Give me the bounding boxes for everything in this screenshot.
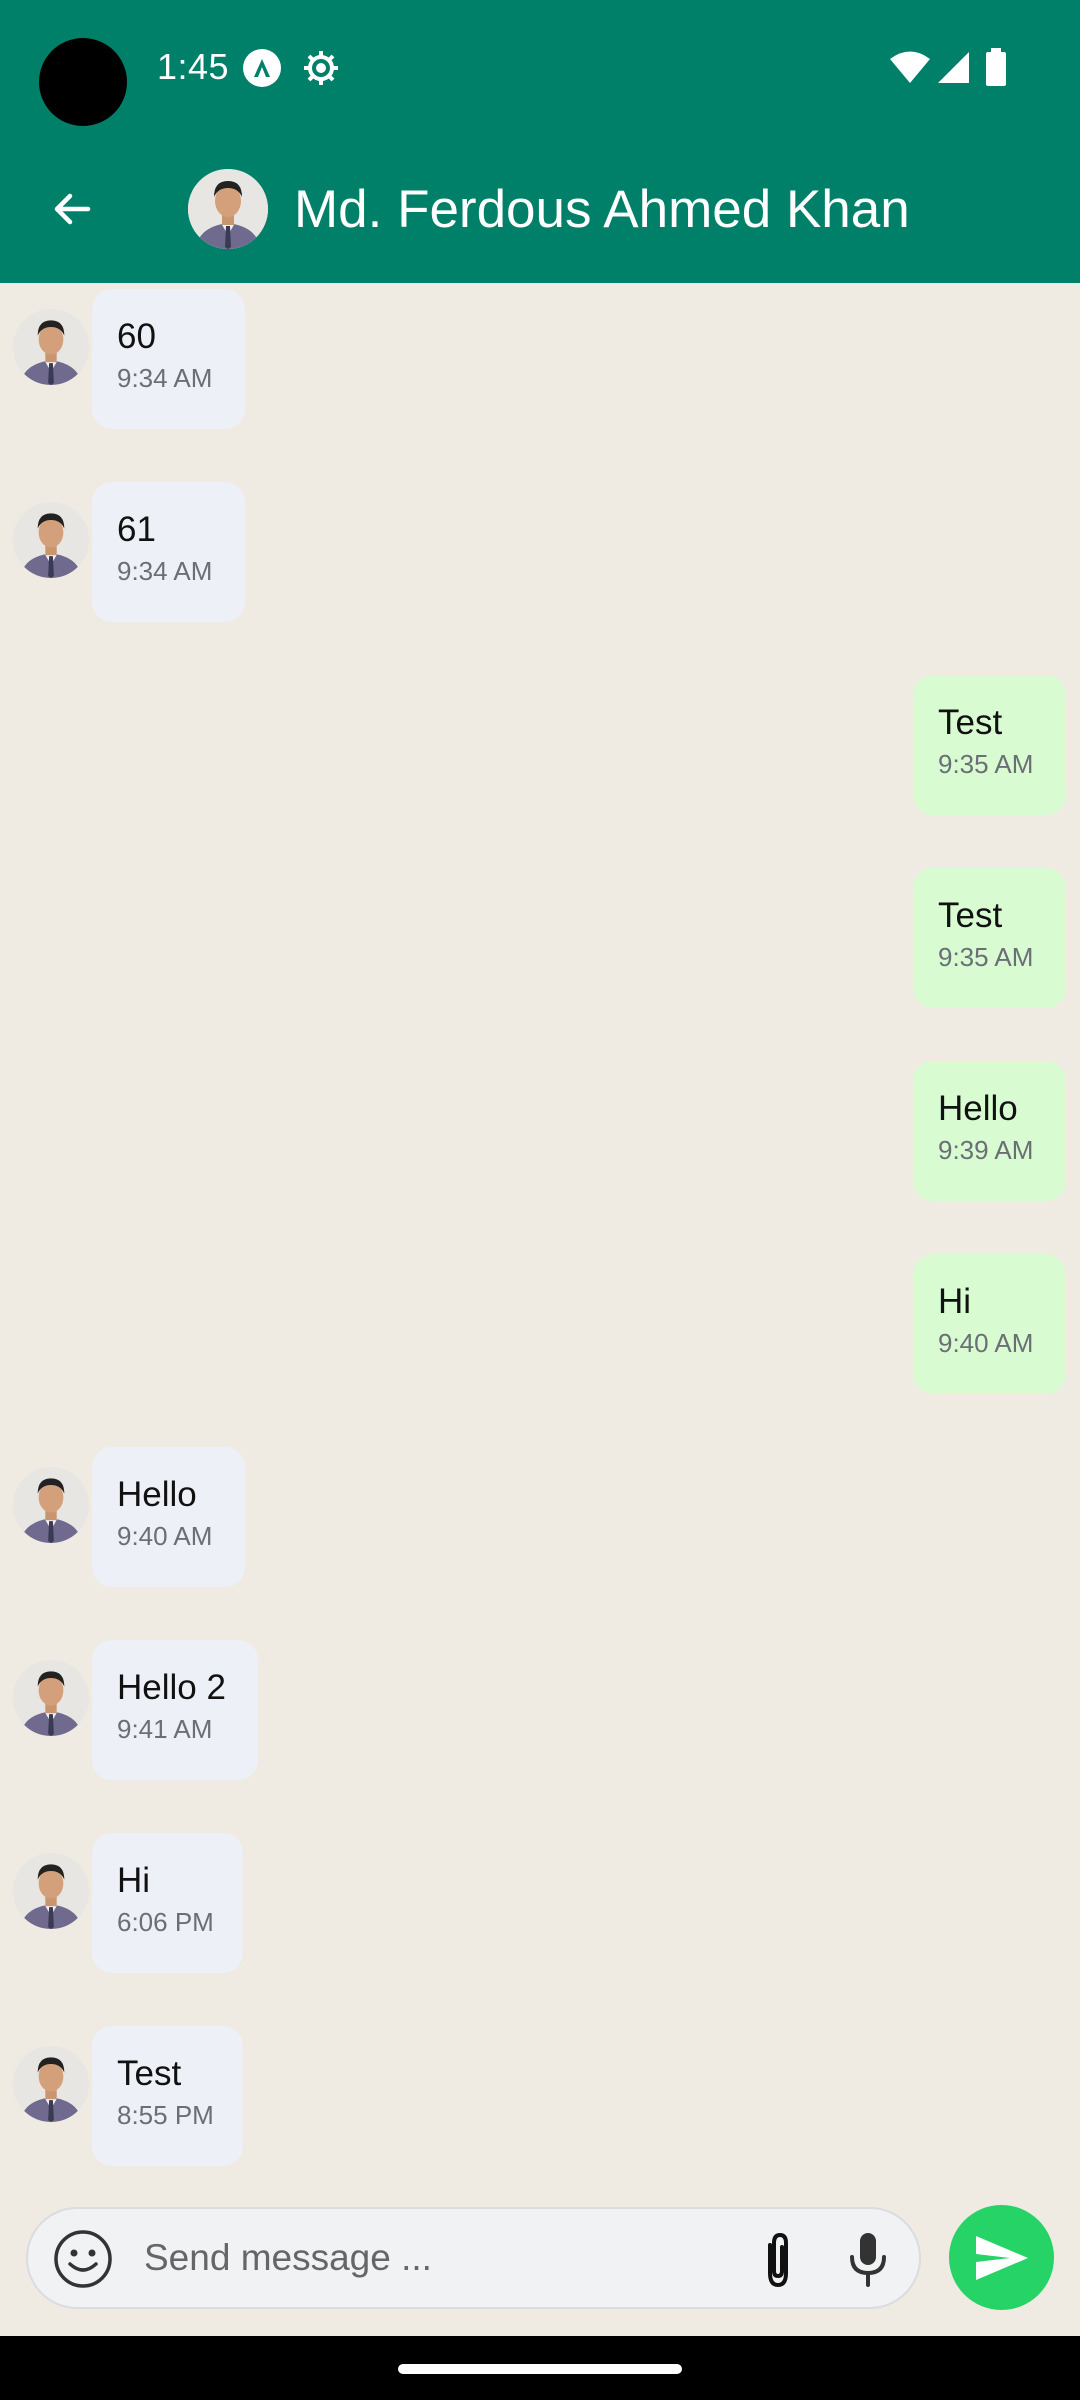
back-arrow-icon	[54, 193, 91, 225]
incoming-message-bubble[interactable]: Hi 6:06 PM	[92, 1833, 243, 1973]
send-button[interactable]	[949, 2205, 1054, 2310]
attach-icon	[768, 2232, 788, 2288]
incoming-message-bubble[interactable]: 61 9:34 AM	[92, 482, 245, 622]
message-text: 60	[117, 317, 156, 356]
chat-header: Md. Ferdous Ahmed Khan	[0, 135, 1080, 283]
message-text: Hi	[117, 1861, 151, 1900]
message-text: Test	[938, 896, 1003, 935]
message-input[interactable]	[144, 2227, 744, 2289]
message-composer	[26, 2207, 921, 2309]
contact-avatar[interactable]	[188, 169, 268, 249]
system-nav-bar	[0, 2336, 1080, 2400]
incoming-message-bubble[interactable]: Test 8:55 PM	[92, 2026, 243, 2166]
signal-icon	[938, 52, 969, 83]
message-time: 9:35 AM	[938, 942, 1034, 972]
outgoing-message-bubble[interactable]: Hello 9:39 AM	[913, 1061, 1066, 1201]
send-icon	[975, 2235, 1028, 2280]
emoji-button[interactable]	[52, 2228, 114, 2290]
message-time: 9:35 AM	[938, 749, 1034, 779]
message-text: Hello	[938, 1089, 1018, 1128]
sender-avatar	[13, 1853, 89, 1929]
home-gesture-handle[interactable]	[398, 2364, 682, 2374]
outgoing-message-bubble[interactable]: Test 9:35 AM	[913, 868, 1066, 1008]
contact-name[interactable]: Md. Ferdous Ahmed Khan	[294, 179, 910, 240]
message-text: Hello	[117, 1475, 197, 1514]
message-time: 9:39 AM	[938, 1135, 1034, 1165]
sender-avatar	[13, 502, 89, 578]
incoming-message-bubble[interactable]: 60 9:34 AM	[92, 289, 245, 429]
message-text: Test	[117, 2054, 182, 2093]
message-time: 9:41 AM	[117, 1714, 213, 1744]
outgoing-message-bubble[interactable]: Test 9:35 AM	[913, 675, 1066, 815]
message-time: 9:34 AM	[117, 363, 213, 393]
sender-avatar	[13, 1467, 89, 1543]
avatar-portrait	[188, 169, 268, 249]
message-time: 9:34 AM	[117, 556, 213, 586]
status-time: 1:45	[157, 46, 230, 87]
back-button[interactable]	[36, 173, 108, 245]
message-list[interactable]: 60 9:34 AM 61 9:34 AM Test 9:35 AM Test …	[0, 283, 1080, 2183]
camera-cutout	[39, 38, 127, 126]
attach-button[interactable]	[750, 2231, 806, 2291]
sender-avatar	[13, 2046, 89, 2122]
message-text: 61	[117, 510, 156, 549]
incoming-message-bubble[interactable]: Hello 9:40 AM	[92, 1447, 245, 1587]
status-bar: 1:45	[0, 0, 1080, 135]
message-time: 9:40 AM	[117, 1521, 213, 1551]
settings-gear-icon	[304, 51, 338, 85]
message-text: Test	[938, 703, 1003, 742]
message-text: Hello 2	[117, 1668, 226, 1707]
message-text: Hi	[938, 1282, 972, 1321]
mic-button[interactable]	[840, 2229, 896, 2291]
message-time: 9:40 AM	[938, 1328, 1034, 1358]
outgoing-message-bubble[interactable]: Hi 9:40 AM	[913, 1254, 1066, 1394]
wifi-icon	[890, 51, 930, 83]
message-time: 6:06 PM	[117, 1907, 214, 1937]
mic-icon	[850, 2233, 886, 2287]
sender-avatar	[13, 309, 89, 385]
emoji-icon	[54, 2230, 112, 2288]
incoming-message-bubble[interactable]: Hello 2 9:41 AM	[92, 1640, 258, 1780]
battery-icon	[986, 48, 1006, 86]
sender-avatar	[13, 1660, 89, 1736]
message-time: 8:55 PM	[117, 2100, 214, 2130]
app-notification-icon	[243, 49, 281, 87]
